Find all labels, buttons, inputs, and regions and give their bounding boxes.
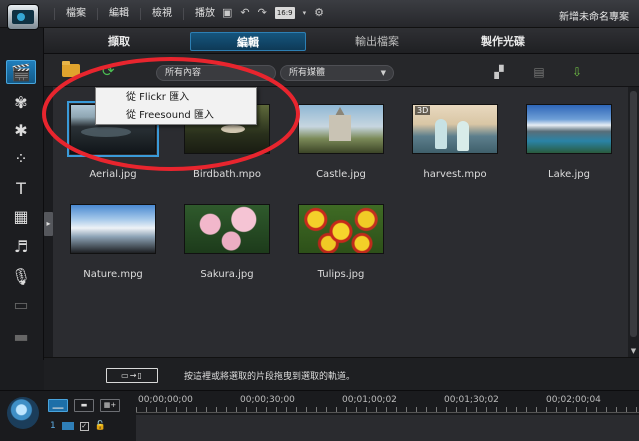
apply-effect-icon[interactable]: ▞: [488, 64, 510, 80]
project-title: 新增未命名專案: [559, 12, 629, 23]
thumbnail: [526, 104, 612, 154]
disc-logo-icon: [7, 397, 39, 429]
add-to-track-button[interactable]: ▭→▯: [106, 368, 158, 383]
ruler-ticks: [136, 407, 639, 412]
redo-icon[interactable]: ↷: [258, 7, 267, 19]
thumbnail: [184, 204, 270, 254]
library-item-castle[interactable]: Castle.jpg: [296, 104, 386, 180]
chevron-down-icon: ▼: [380, 69, 386, 77]
track-enable-checkbox[interactable]: ✓: [79, 421, 89, 431]
storyboard-icon[interactable]: ▤: [528, 64, 550, 80]
item-label: Castle.jpg: [316, 169, 366, 180]
quick-toolbar: ▣ ↶ ↷ 16:9 ▾ ⚙: [222, 7, 324, 19]
panel-expand-handle[interactable]: ▸: [44, 212, 53, 236]
item-label: Lake.jpg: [548, 169, 590, 180]
pip-room-icon[interactable]: ✱: [6, 118, 36, 142]
particle-room-icon[interactable]: ⁘: [6, 146, 36, 170]
aspect-ratio-button[interactable]: 16:9: [274, 7, 295, 19]
ruler-label: 00;00;30;00: [240, 395, 295, 405]
menu-edit[interactable]: 編輯: [97, 8, 140, 20]
library-item-sakura[interactable]: Sakura.jpg: [182, 204, 272, 280]
ruler-label: 00;02;00;04: [546, 395, 601, 405]
video-track-icon: [61, 422, 74, 430]
menu-play[interactable]: 播放: [183, 8, 226, 20]
storyboard-view-button[interactable]: ▬: [74, 399, 94, 412]
3d-badge: 3D: [415, 106, 431, 115]
timeline: ▁▁ ▬ ▦+ 00;00;00;00 00;00;30;00 00;01;00…: [0, 390, 639, 441]
tab-edit[interactable]: 編輯: [190, 32, 306, 51]
add-track-button[interactable]: ▦+: [100, 399, 120, 412]
chevron-down-icon[interactable]: ▾: [303, 7, 307, 19]
hint-bar: ▭→▯ 按這裡或將選取的片段拖曳到選取的軌道。: [44, 357, 639, 390]
thumbnail: [298, 104, 384, 154]
folder-icon[interactable]: [62, 61, 80, 77]
content-filter-select[interactable]: 所有內容: [156, 65, 276, 81]
menu-item-import-freesound[interactable]: 從 Freesound 匯入: [96, 107, 256, 125]
room-sidebar: 🎬 ✾ ✱ ⁘ T ▦ ♬ 🎙 ▭ ▬: [0, 28, 44, 360]
item-label: Sakura.jpg: [200, 269, 254, 280]
library-item-tulips[interactable]: Tulips.jpg: [296, 204, 386, 280]
item-label: Aerial.jpg: [89, 169, 137, 180]
scrollbar-thumb[interactable]: [630, 91, 637, 337]
scroll-down-icon[interactable]: ▼: [630, 347, 637, 355]
track-header: 1 ✓ 🔓: [50, 421, 106, 431]
hint-text: 按這裡或將選取的片段拖曳到選取的軌道。: [184, 372, 356, 382]
tab-produce[interactable]: 輸出檔案: [312, 32, 442, 51]
app-logo: [7, 4, 39, 30]
ruler-label: 00;00;00;00: [138, 395, 193, 405]
menu-file[interactable]: 檔案: [54, 8, 97, 20]
media-filter-select[interactable]: 所有媒體 ▼: [280, 65, 394, 81]
item-label: Tulips.jpg: [317, 269, 365, 280]
save-icon[interactable]: ▣: [222, 7, 232, 19]
library-toolbar: ⟳ 所有內容 所有媒體 ▼ ▞ ▤ ⇩: [44, 54, 639, 87]
thumbnail: 3D: [412, 104, 498, 154]
library-item-nature[interactable]: Nature.mpg: [68, 204, 158, 280]
library-item-lake[interactable]: Lake.jpg: [524, 104, 614, 180]
media-library: Aerial.jpg Birdbath.mpo Castle.jpg 3D ha…: [53, 87, 628, 357]
title-room-icon[interactable]: T: [6, 176, 36, 200]
ruler-label: 00;01;30;02: [444, 395, 499, 405]
lock-icon[interactable]: 🔓: [95, 421, 106, 431]
undo-icon[interactable]: ↶: [240, 7, 249, 19]
library-scrollbar[interactable]: ▼: [628, 87, 639, 357]
subtitle-room-icon[interactable]: ▬: [6, 324, 36, 348]
transition-room-icon[interactable]: ▦: [6, 204, 36, 228]
microphone-icon[interactable]: 🎙: [6, 264, 36, 288]
media-room-icon[interactable]: 🎬: [6, 60, 36, 84]
track-number: 1: [50, 421, 56, 431]
item-label: harvest.mpo: [423, 169, 487, 180]
import-icon[interactable]: ⟳: [102, 63, 120, 79]
sort-icon[interactable]: ⇩: [566, 64, 588, 80]
thumbnail: [298, 204, 384, 254]
chapter-room-icon[interactable]: ▭: [6, 292, 36, 316]
video-track-area[interactable]: [136, 415, 639, 441]
gear-icon[interactable]: ⚙: [314, 7, 324, 19]
title-bar: 檔案 編輯 檢視 播放 ▣ ↶ ↷ 16:9 ▾ ⚙ 新增未命名專案: [0, 0, 639, 28]
item-label: Nature.mpg: [83, 269, 143, 280]
ruler-label: 00;01;00;02: [342, 395, 397, 405]
thumbnail: [70, 204, 156, 254]
content-filter-value: 所有內容: [165, 68, 202, 78]
menu-item-import-flickr[interactable]: 從 Flickr 匯入: [96, 89, 256, 107]
tab-create-disc[interactable]: 製作光碟: [448, 32, 558, 51]
tab-capture[interactable]: 擷取: [54, 32, 184, 51]
audio-room-icon[interactable]: ♬: [6, 234, 36, 258]
mode-tabs: 擷取 編輯 輸出檔案 製作光碟: [44, 28, 639, 54]
timeline-ruler[interactable]: 00;00;00;00 00;00;30;00 00;01;00;02 00;0…: [136, 395, 639, 413]
media-filter-value: 所有媒體: [289, 68, 326, 78]
item-label: Birdbath.mpo: [192, 169, 262, 180]
timeline-view-button[interactable]: ▁▁: [48, 399, 68, 412]
menu-view[interactable]: 檢視: [140, 8, 183, 20]
timeline-tools: ▁▁ ▬ ▦+: [48, 399, 120, 412]
menu-bar: 檔案 編輯 檢視 播放: [54, 8, 226, 20]
library-item-harvest[interactable]: 3D harvest.mpo: [410, 104, 500, 180]
import-menu: 從 Flickr 匯入 從 Freesound 匯入: [95, 87, 257, 125]
fx-room-icon[interactable]: ✾: [6, 90, 36, 114]
